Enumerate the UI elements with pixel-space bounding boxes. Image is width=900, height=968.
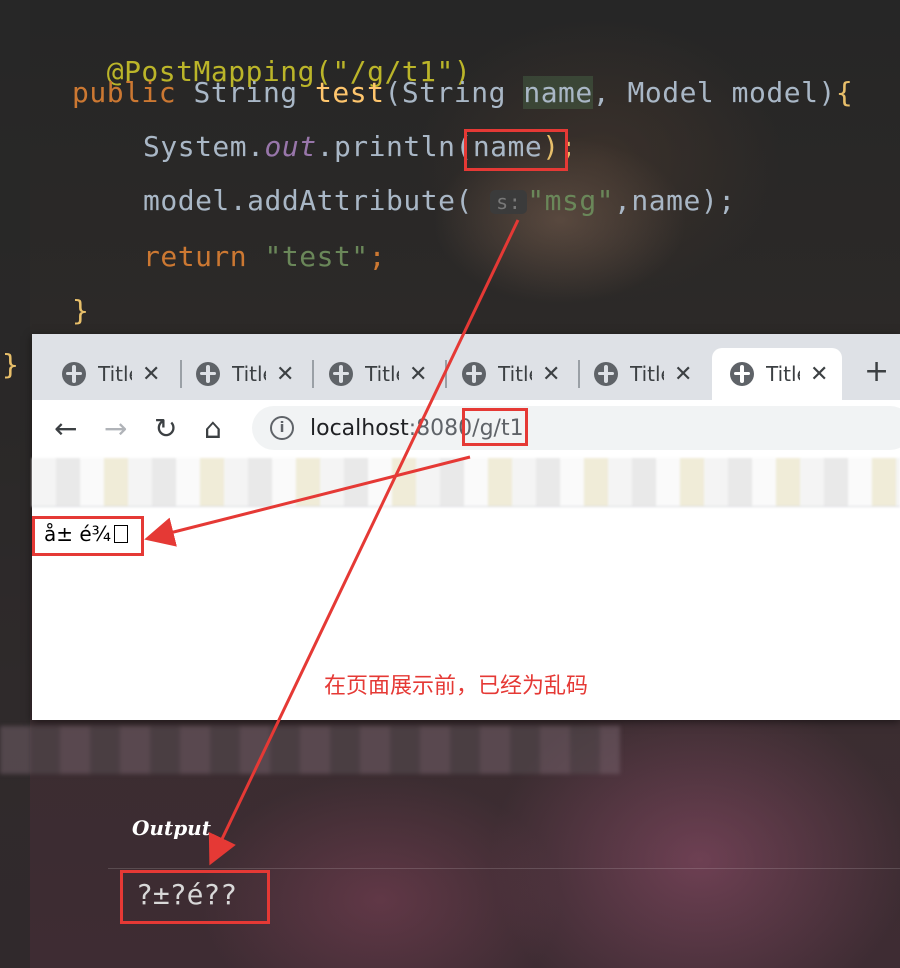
arrow-to-output — [208, 219, 520, 866]
arrow-to-page-text — [144, 455, 471, 547]
callout-arrows — [144, 219, 520, 866]
